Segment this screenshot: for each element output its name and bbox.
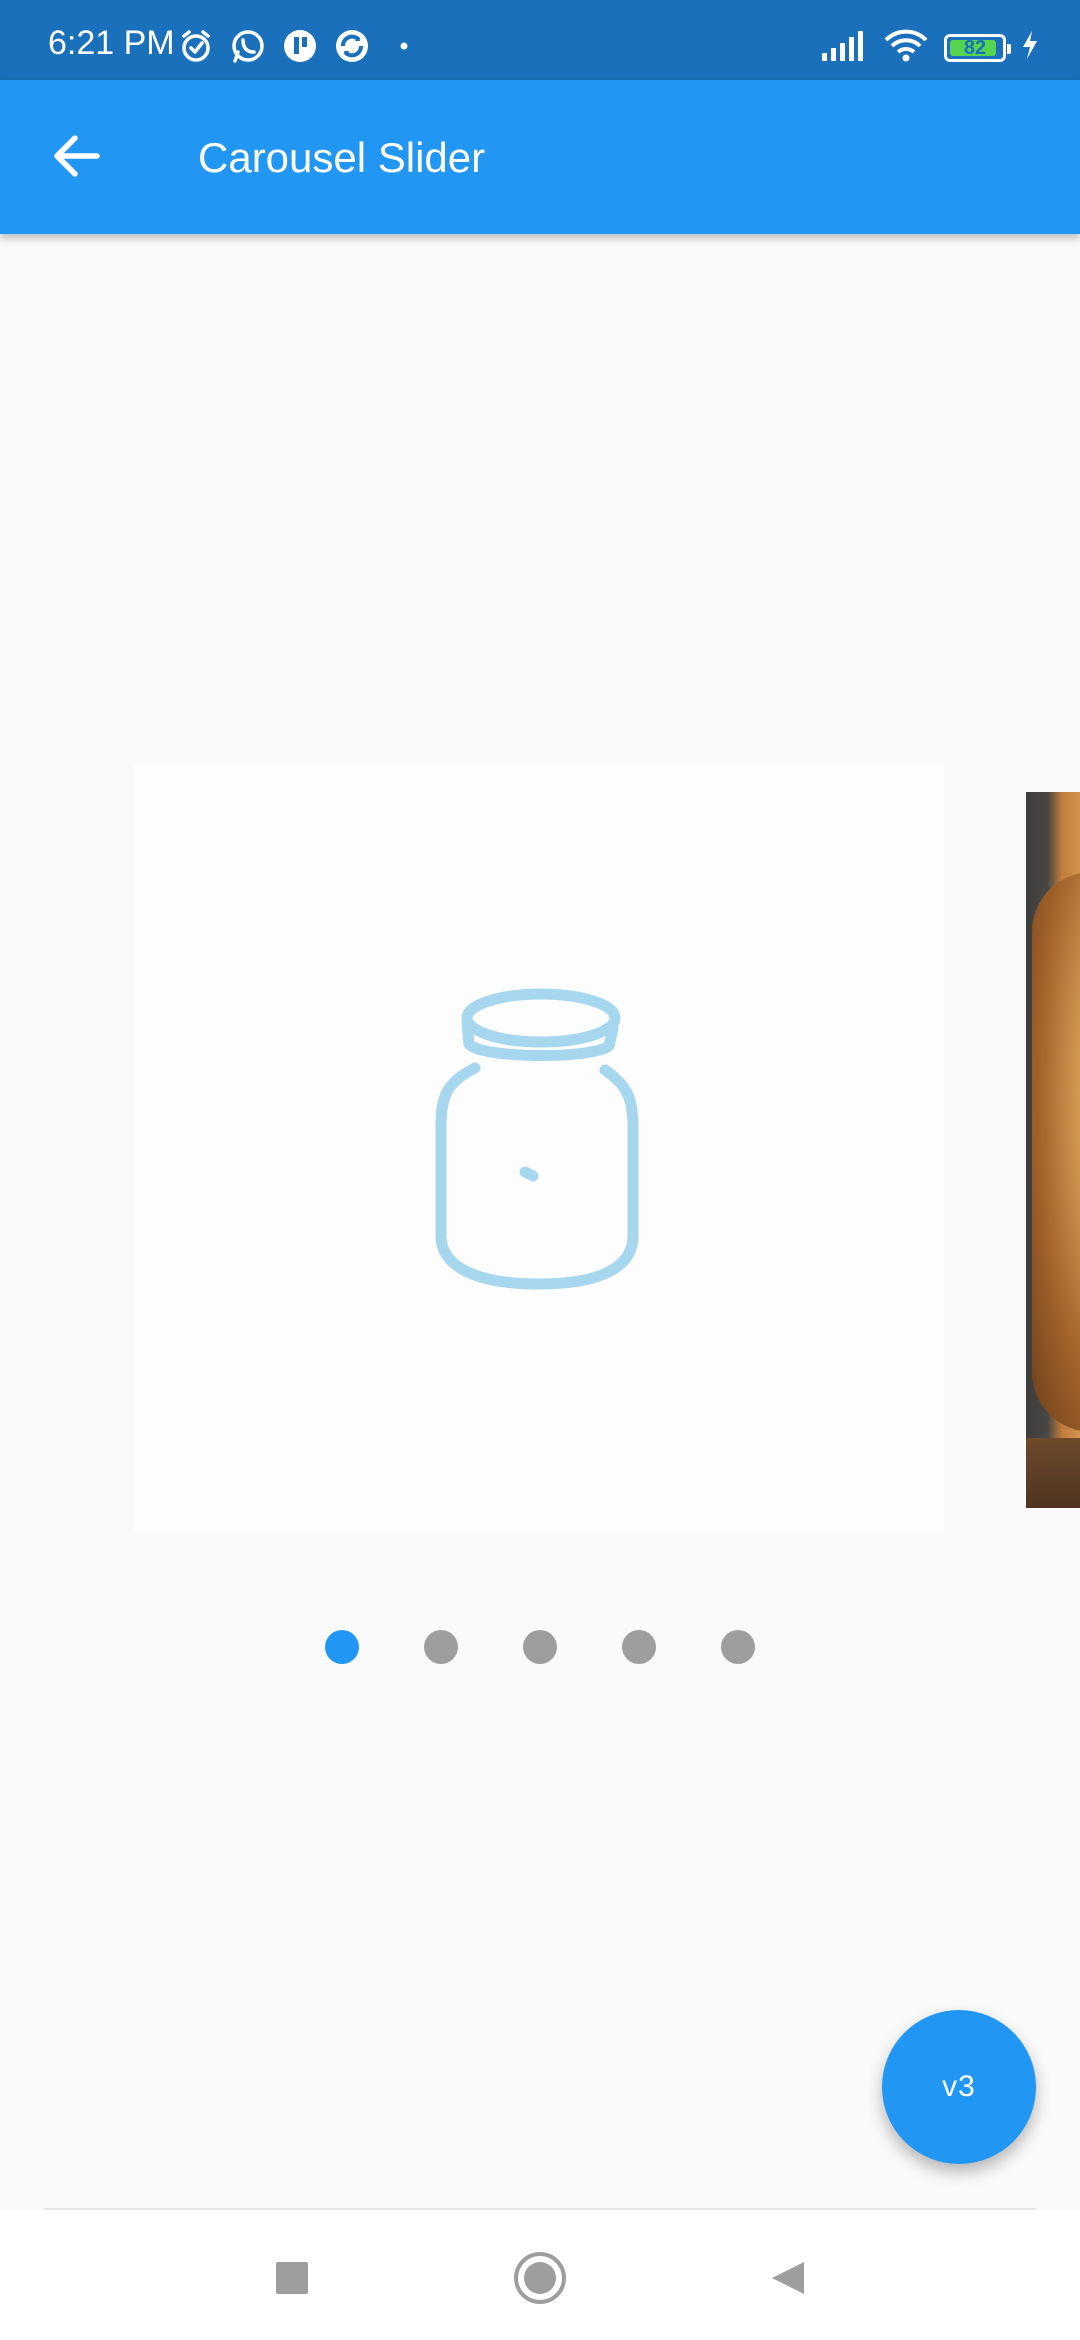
page-indicator-3[interactable] (523, 1630, 557, 1664)
app-icon (282, 28, 318, 69)
page-indicators (0, 1630, 1080, 1664)
carousel-slide-placeholder[interactable] (134, 764, 944, 1532)
triangle-back-icon (768, 2258, 808, 2303)
status-bar: 6:21 PM 82 (0, 0, 1080, 80)
page-indicator-4[interactable] (622, 1630, 656, 1664)
charging-icon (1020, 29, 1040, 66)
whatsapp-icon (230, 28, 266, 69)
home-circle-icon (512, 2250, 568, 2311)
alarm-icon (178, 28, 214, 69)
version-fab-button[interactable]: v3 (882, 2010, 1036, 2164)
page-title: Carousel Slider (198, 134, 486, 181)
system-nav-bar (0, 2210, 1080, 2340)
page-indicator-1[interactable] (325, 1630, 359, 1664)
carousel-slider[interactable] (0, 740, 1080, 1560)
wifi-icon (882, 28, 930, 67)
recents-button[interactable] (262, 2250, 322, 2310)
back-button[interactable] (40, 122, 112, 194)
notification-icons (178, 28, 422, 69)
carousel-slide-bread-image[interactable] (1026, 792, 1080, 1508)
app-bar: Carousel Slider (0, 80, 1080, 234)
battery-level: 82 (963, 36, 987, 59)
fab-label: v3 (942, 2070, 976, 2103)
status-time: 6:21 PM (48, 24, 175, 62)
jar-icon (419, 986, 659, 1311)
square-icon (274, 2260, 310, 2301)
sync-icon (334, 28, 370, 69)
home-button[interactable] (510, 2250, 570, 2310)
system-icons: 82 (820, 28, 1040, 67)
arrow-left-icon (51, 134, 101, 183)
battery-icon: 82 (944, 33, 1011, 62)
nav-back-button[interactable] (758, 2250, 818, 2310)
signal-icon (820, 29, 868, 66)
page-indicator-2[interactable] (424, 1630, 458, 1664)
dot-icon (386, 28, 422, 69)
page-indicator-5[interactable] (721, 1630, 755, 1664)
